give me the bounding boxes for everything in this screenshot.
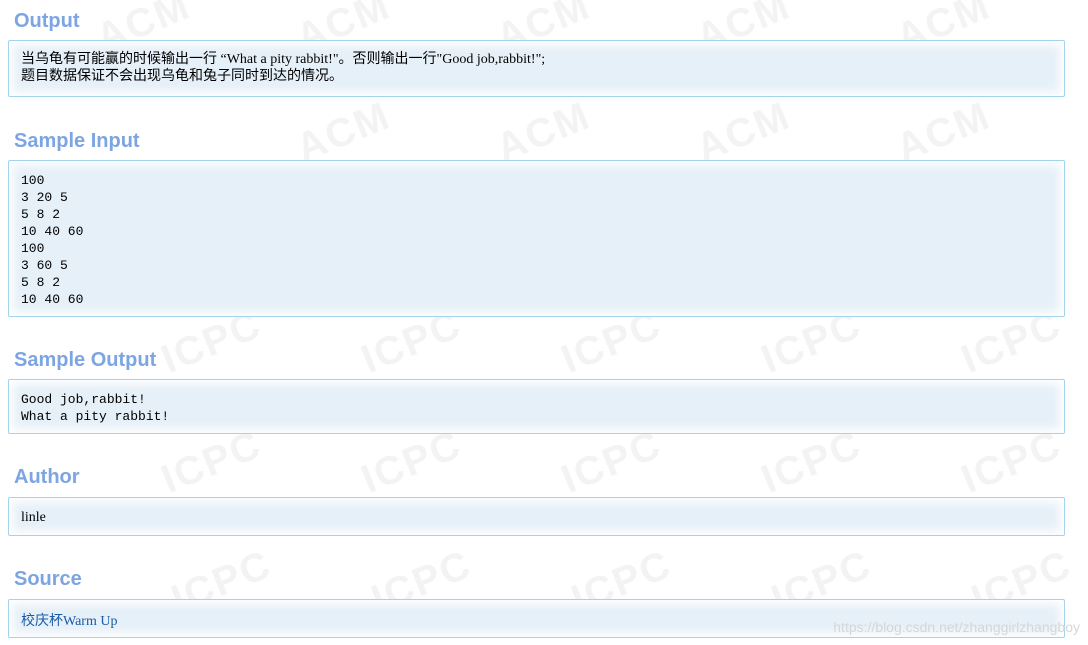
- output-heading: Output: [14, 10, 80, 32]
- sample-output-box: Good job,rabbit! What a pity rabbit!: [8, 379, 1065, 434]
- source-link[interactable]: 校庆杯Warm Up: [21, 614, 117, 629]
- author-box: linle: [8, 497, 1065, 536]
- sample-output-heading: Sample Output: [14, 349, 157, 371]
- watermark-text: ICPC: [955, 422, 1068, 502]
- sample-input-line: 10 40 60: [21, 224, 84, 239]
- output-line: 当乌龟有可能赢的时候输出一行 “What a pity rabbit!"。否则输…: [21, 52, 546, 67]
- author-heading: Author: [14, 466, 80, 488]
- watermark-text: ICPC: [155, 422, 268, 502]
- source-heading: Source: [14, 568, 82, 590]
- watermark-text: ICPC: [555, 422, 668, 502]
- sample-output-line: Good job,rabbit!: [21, 392, 146, 407]
- author-value: linle: [21, 510, 46, 525]
- sample-input-line: 3 60 5: [21, 258, 68, 273]
- sample-input-heading: Sample Input: [14, 130, 140, 152]
- sample-input-line: 5 8 2: [21, 275, 61, 290]
- sample-input-line: 5 8 2: [21, 207, 61, 222]
- sample-input-box: 100 3 20 5 5 8 2 10 40 60 100 3 60 5 5 8…: [8, 160, 1065, 317]
- csdn-watermark: https://blog.csdn.net/zhanggirlzhangboy: [833, 619, 1080, 635]
- watermark-text: ICPC: [355, 422, 468, 502]
- output-box: 当乌龟有可能赢的时候输出一行 “What a pity rabbit!"。否则输…: [8, 40, 1065, 97]
- sample-input-line: 100: [21, 241, 45, 256]
- output-line: 题目数据保证不会出现乌龟和兔子同时到达的情况。: [21, 69, 343, 84]
- sample-output-line: What a pity rabbit!: [21, 409, 170, 424]
- sample-input-line: 100: [21, 173, 45, 188]
- sample-input-line: 10 40 60: [21, 292, 84, 307]
- sample-input-line: 3 20 5: [21, 190, 68, 205]
- watermark-text: ICPC: [755, 422, 868, 502]
